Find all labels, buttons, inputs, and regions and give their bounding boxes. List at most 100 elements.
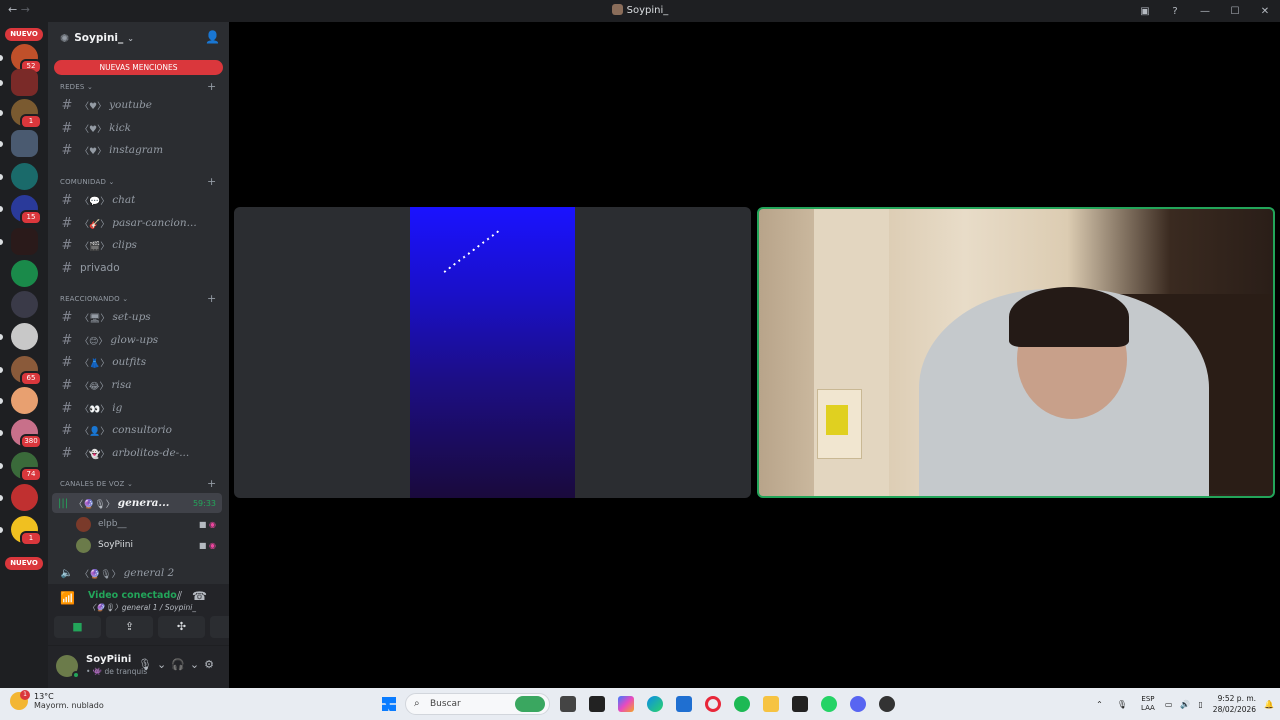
- back-arrow-icon[interactable]: ←: [8, 3, 17, 16]
- close-button[interactable]: ✕: [1250, 6, 1280, 17]
- windows-start-icon[interactable]: [382, 697, 396, 711]
- channel-outfits[interactable]: # 〈👗〉 outfits: [58, 352, 218, 372]
- add-channel-icon[interactable]: +: [207, 292, 216, 305]
- channel-youtube[interactable]: # 〈♥〉 youtube: [58, 95, 218, 115]
- chevron-up-icon[interactable]: ⌃: [1096, 700, 1103, 709]
- channel-consultorio[interactable]: # 〈👤〉 consultorio: [58, 420, 218, 440]
- voice-connection-panel: 📶 Video conectado 〈🔮🎙〉general 1 / Soypin…: [48, 584, 257, 646]
- channel-pasar-canciones[interactable]: # 〈🎸〉 pasar-cancion...: [58, 213, 218, 233]
- clock[interactable]: 9:52 p. m. 28/02/2026: [1213, 693, 1256, 715]
- voice-channel-general-1[interactable]: ||| 〈🔮🎙〉 genera... 59:33: [52, 493, 222, 513]
- add-channel-icon[interactable]: +: [207, 175, 216, 188]
- channel-set-ups[interactable]: # 〈🖥〉 set-ups: [58, 307, 218, 327]
- server-icon[interactable]: 1: [11, 99, 42, 129]
- server-icon[interactable]: [11, 387, 38, 414]
- camera-button[interactable]: ■: [54, 616, 101, 638]
- microphone-tray-icon[interactable]: 🎙: [1117, 700, 1127, 709]
- server-icon[interactable]: 380: [11, 419, 42, 449]
- server-icon[interactable]: 52: [11, 44, 42, 74]
- invite-people-icon[interactable]: 👤: [205, 30, 220, 44]
- obs-icon[interactable]: [879, 696, 895, 712]
- username[interactable]: SoyPiini: [86, 654, 131, 665]
- nav-arrows[interactable]: ← →: [8, 3, 30, 16]
- forward-arrow-icon[interactable]: →: [21, 3, 30, 16]
- add-channel-icon[interactable]: +: [207, 477, 216, 490]
- new-mentions-banner[interactable]: NUEVAS MENCIONES: [54, 60, 223, 75]
- microphone-icon[interactable]: 🎙: [138, 658, 157, 671]
- channel-emoji: 〈♥〉: [80, 146, 107, 157]
- server-icon[interactable]: [11, 291, 38, 318]
- hash-icon: #: [61, 97, 73, 113]
- server-icon[interactable]: 15: [11, 195, 42, 225]
- server-icon[interactable]: [11, 260, 38, 287]
- disconnect-icon[interactable]: ☎: [192, 589, 217, 603]
- headphones-icon[interactable]: 🎧: [171, 658, 190, 671]
- voice-user-soypiini[interactable]: SoyPiini ■ ◉: [76, 535, 222, 555]
- network-icon[interactable]: ▭: [1165, 700, 1173, 709]
- guild-header[interactable]: ✺ Soypini_ ⌄ 👤: [48, 22, 229, 54]
- category-redes[interactable]: REDES ⌄ +: [60, 80, 216, 93]
- store-icon[interactable]: [676, 696, 692, 712]
- video-tile-soypiini[interactable]: [757, 207, 1275, 498]
- chevron-down-icon[interactable]: ⌄: [190, 658, 204, 671]
- new-badge-bottom[interactable]: NUEVO: [5, 557, 43, 570]
- noise-suppression-icon[interactable]: ⫽: [177, 589, 192, 603]
- spotify-icon[interactable]: [734, 696, 750, 712]
- maximize-button[interactable]: ☐: [1220, 6, 1250, 17]
- add-channel-icon[interactable]: +: [207, 80, 216, 93]
- opera-icon[interactable]: [705, 696, 721, 712]
- unread-indicator: [0, 367, 3, 373]
- chevron-down-icon[interactable]: ⌄: [157, 658, 171, 671]
- voice-status[interactable]: Video conectado: [88, 590, 177, 601]
- server-icon[interactable]: [11, 228, 38, 255]
- new-badge-top[interactable]: NUEVO: [5, 28, 43, 41]
- system-tray: ⌃ 🎙 ESP LAA ▭ 🔊 ▯ 9:52 p. m. 28/02/2026 🔔: [1096, 688, 1280, 720]
- server-icon[interactable]: [11, 69, 38, 96]
- server-icon[interactable]: 1: [11, 516, 42, 546]
- category-comunidad[interactable]: COMUNIDAD ⌄ +: [60, 175, 216, 188]
- server-icon[interactable]: [11, 323, 38, 350]
- capcut-icon[interactable]: [589, 696, 605, 712]
- help-icon[interactable]: ?: [1160, 6, 1190, 17]
- channel-instagram[interactable]: # 〈♥〉 instagram: [58, 140, 218, 160]
- notifications-icon[interactable]: 🔔: [1264, 700, 1274, 709]
- language-indicator[interactable]: ESP LAA: [1141, 695, 1155, 713]
- taskbar-search[interactable]: ⌕ Buscar: [405, 693, 550, 715]
- voice-user-elpb[interactable]: elpb__ ■ ◉: [76, 514, 222, 534]
- battery-icon[interactable]: ▯: [1198, 700, 1202, 709]
- category-label: COMUNIDAD: [60, 178, 107, 186]
- channel-ig[interactable]: # 〈👀〉 ig: [58, 398, 218, 418]
- channel-privado[interactable]: # privado: [58, 258, 218, 278]
- settings-gear-icon[interactable]: ⚙: [204, 658, 219, 671]
- edge-icon[interactable]: [647, 696, 663, 712]
- channel-glow-ups[interactable]: # 〈😊〉 glow-ups: [58, 330, 218, 350]
- call-timer: 59:33: [192, 498, 216, 508]
- inbox-icon[interactable]: ▣: [1130, 6, 1160, 17]
- channel-clips[interactable]: # 〈🎬〉 clips: [58, 235, 218, 255]
- activities-button[interactable]: ✣: [158, 616, 205, 638]
- category-reaccionando[interactable]: REACCIONANDO ⌄ +: [60, 292, 216, 305]
- channel-arbolitos[interactable]: # 〈👻〉 arbolitos-de-...: [58, 443, 218, 463]
- volume-icon[interactable]: 🔊: [1180, 700, 1190, 709]
- voice-channel-general-2[interactable]: 🔈 〈🔮🎙〉 general 2: [58, 563, 218, 583]
- whatsapp-icon[interactable]: [821, 696, 837, 712]
- channel-risa[interactable]: # 〈😂〉 risa: [58, 375, 218, 395]
- signal-icon[interactable]: 📶: [60, 591, 75, 605]
- weather-widget[interactable]: 1 13°C Mayorm. nublado: [10, 690, 104, 710]
- video-tile-elpb[interactable]: [234, 207, 751, 498]
- server-icon[interactable]: [11, 163, 38, 190]
- channel-kick[interactable]: # 〈♥〉 kick: [58, 118, 218, 138]
- minimize-button[interactable]: —: [1190, 6, 1220, 17]
- category-canales-de-voz[interactable]: CANALES DE VOZ ⌄ +: [60, 477, 216, 490]
- channel-chat[interactable]: # 〈💬〉 chat: [58, 190, 218, 210]
- screen-share-button[interactable]: ⇪: [106, 616, 153, 638]
- server-icon[interactable]: [11, 484, 38, 511]
- file-explorer-icon[interactable]: [763, 696, 779, 712]
- server-icon[interactable]: 65: [11, 356, 42, 386]
- epic-games-icon[interactable]: [792, 696, 808, 712]
- task-view-icon[interactable]: [560, 696, 576, 712]
- copilot-icon[interactable]: [618, 696, 634, 712]
- server-icon[interactable]: [11, 130, 38, 157]
- discord-icon[interactable]: [850, 696, 866, 712]
- server-icon[interactable]: 74: [11, 452, 42, 482]
